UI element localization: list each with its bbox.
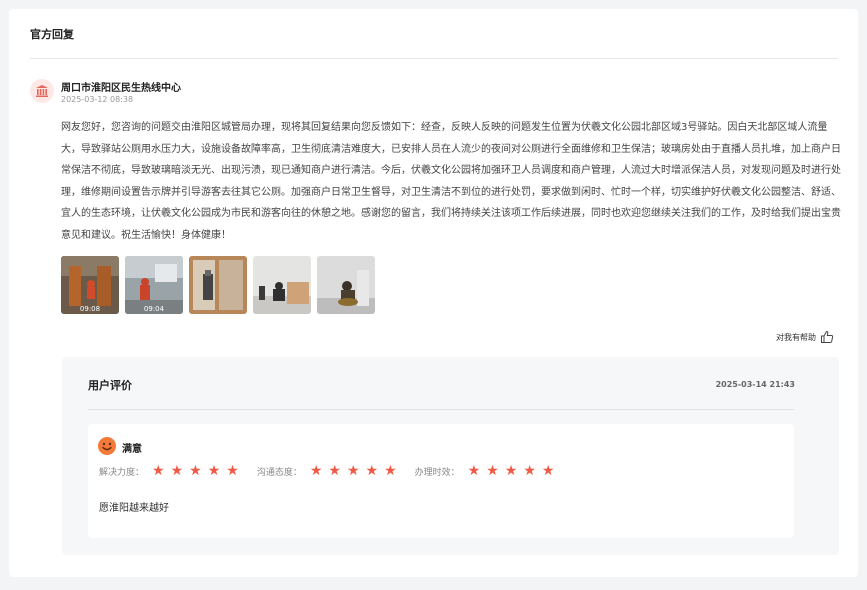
- attachment-list: 09:08 09:04: [61, 256, 375, 314]
- attachment-image-thumbnail[interactable]: [189, 256, 247, 314]
- attachment-video-thumbnail[interactable]: 09:04: [125, 256, 183, 314]
- star-rating: ★ ★ ★ ★ ★: [468, 464, 555, 478]
- rating-label: 办理时效：: [414, 467, 460, 478]
- evaluation-comment: 愿淮阳越来越好: [99, 503, 169, 514]
- star-icon: ★: [541, 463, 555, 479]
- star-icon: ★: [384, 463, 397, 479]
- star-icon: ★: [346, 463, 360, 479]
- evaluation-time: 2025-03-14 21:43: [715, 380, 795, 389]
- reply-content: 网友您好，您咨询的问题交由淮阳区城管局办理，现将其回复结果向您反馈如下：经查，反…: [61, 122, 841, 241]
- star-icon: ★: [207, 463, 221, 479]
- evaluation-box: 满意 解决力度： ★ ★ ★ ★ ★ 沟通态度： ★ ★ ★ ★ ★ 办理时效： ★ ★ ★ ★ ★ 愿…: [88, 424, 794, 538]
- video-duration: 09:08: [79, 305, 101, 313]
- government-building-icon: [36, 85, 48, 97]
- thumbs-up-icon: [821, 330, 834, 343]
- star-icon: ★: [504, 463, 518, 479]
- rating-list: 解决力度： ★ ★ ★ ★ ★ 沟通态度： ★ ★ ★ ★ ★ 办理时效： ★ ★ ★ ★ ★: [99, 464, 572, 478]
- department-avatar: [30, 79, 54, 103]
- title-divider: [30, 58, 838, 59]
- attachment-video-thumbnail[interactable]: 09:08: [61, 256, 119, 314]
- official-reply-card: 官方回复 周口市淮阳区民生热线中心 2025-03-12 08:38 网友您好，…: [9, 9, 858, 577]
- satisfaction-level: 满意: [122, 444, 142, 455]
- helpful-label: 对我有帮助: [776, 332, 816, 342]
- reply-time: 2025-03-12 08:38: [61, 95, 134, 104]
- section-title: 官方回复: [30, 28, 74, 41]
- star-icon: ★: [328, 463, 341, 479]
- evaluation-title: 用户评价: [88, 379, 132, 392]
- smiley-face-icon: [98, 437, 116, 455]
- star-rating: ★ ★ ★ ★ ★: [310, 464, 397, 478]
- star-icon: ★: [189, 463, 202, 479]
- star-rating: ★ ★ ★ ★ ★: [152, 464, 239, 478]
- star-icon: ★: [486, 463, 499, 479]
- star-icon: ★: [365, 463, 379, 479]
- rating-resolution: 解决力度： ★ ★ ★ ★ ★: [99, 464, 239, 478]
- video-duration: 09:04: [143, 305, 165, 313]
- rating-timeliness: 办理时效： ★ ★ ★ ★ ★: [415, 464, 555, 478]
- helpful-button[interactable]: 对我有帮助: [776, 330, 834, 344]
- attachment-image-thumbnail[interactable]: [253, 256, 311, 314]
- user-evaluation-panel: 用户评价 2025-03-14 21:43 满意 解决力度： ★ ★ ★ ★ ★ 沟通态…: [62, 357, 839, 555]
- star-icon: ★: [226, 463, 239, 479]
- attachment-image-thumbnail[interactable]: [317, 256, 375, 314]
- star-icon: ★: [152, 463, 165, 479]
- rating-communication: 沟通态度： ★ ★ ★ ★ ★: [257, 464, 397, 478]
- star-icon: ★: [467, 463, 481, 479]
- evaluation-divider: [88, 409, 794, 410]
- star-icon: ★: [523, 463, 536, 479]
- department-name: 周口市淮阳区民生热线中心: [61, 83, 181, 94]
- star-icon: ★: [309, 463, 323, 479]
- rating-label: 沟通态度：: [256, 467, 302, 478]
- rating-label: 解决力度：: [99, 467, 145, 478]
- star-icon: ★: [170, 463, 184, 479]
